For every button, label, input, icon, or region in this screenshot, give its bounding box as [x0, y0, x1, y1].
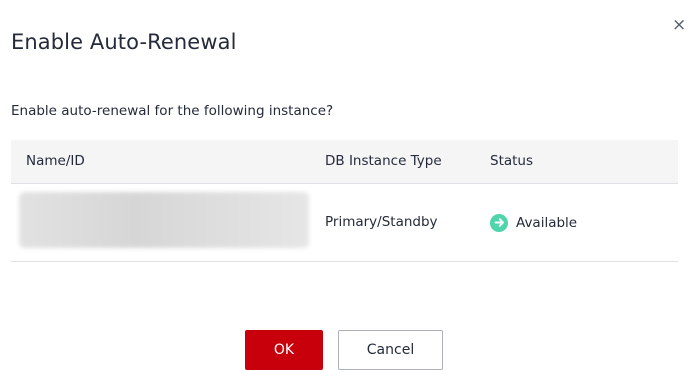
masked-instance-name-id: [19, 192, 309, 248]
cancel-button[interactable]: Cancel: [338, 330, 443, 370]
column-header-name-id: Name/ID: [26, 153, 85, 169]
table-row: Primary/Standby Available: [11, 184, 678, 262]
instance-status-cell: Available: [490, 184, 577, 261]
table-header: Name/ID DB Instance Type Status: [11, 140, 678, 184]
instance-table: Name/ID DB Instance Type Status Primary/…: [11, 140, 678, 262]
column-header-db-instance-type: DB Instance Type: [325, 153, 442, 169]
status-label: Available: [516, 214, 578, 231]
close-icon[interactable]: ×: [672, 16, 688, 34]
arrow-right-circle-icon: [490, 213, 508, 232]
dialog-title: Enable Auto-Renewal: [11, 30, 237, 54]
column-header-status: Status: [490, 153, 534, 169]
instance-type-cell: Primary/Standby: [325, 214, 438, 230]
confirmation-question: Enable auto-renewal for the following in…: [11, 103, 334, 119]
auto-renewal-dialog: × Enable Auto-Renewal Enable auto-renewa…: [0, 0, 688, 370]
ok-button[interactable]: OK: [245, 330, 323, 370]
